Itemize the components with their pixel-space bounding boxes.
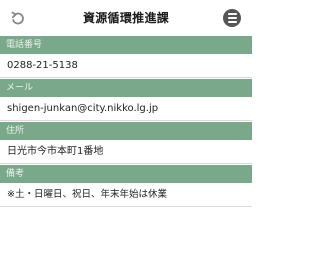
phone-label: 電話番号 — [0, 36, 252, 54]
email-label: メール — [0, 79, 252, 97]
undo-icon — [11, 11, 24, 25]
page-title: 資源循環推進課 — [82, 11, 170, 25]
back-button[interactable] — [8, 8, 28, 28]
app-header: 資源循環推進課 — [0, 0, 252, 36]
email-link[interactable]: shigen-junkan@city.nikko.lg.jp — [7, 103, 158, 114]
email-value[interactable]: shigen-junkan@city.nikko.lg.jp — [0, 97, 252, 121]
remarks-value: ※土・日曜日、祝日、年末年始は休業 — [0, 183, 252, 207]
remarks-label: 備考 — [0, 165, 252, 183]
phone-link[interactable]: 0288-21-5138 — [7, 60, 78, 71]
address-value: 日光市今市本町1番地 — [0, 140, 252, 164]
menu-icon — [227, 13, 237, 15]
menu-button[interactable] — [223, 9, 241, 27]
phone-value[interactable]: 0288-21-5138 — [0, 54, 252, 78]
address-label: 住所 — [0, 122, 252, 140]
